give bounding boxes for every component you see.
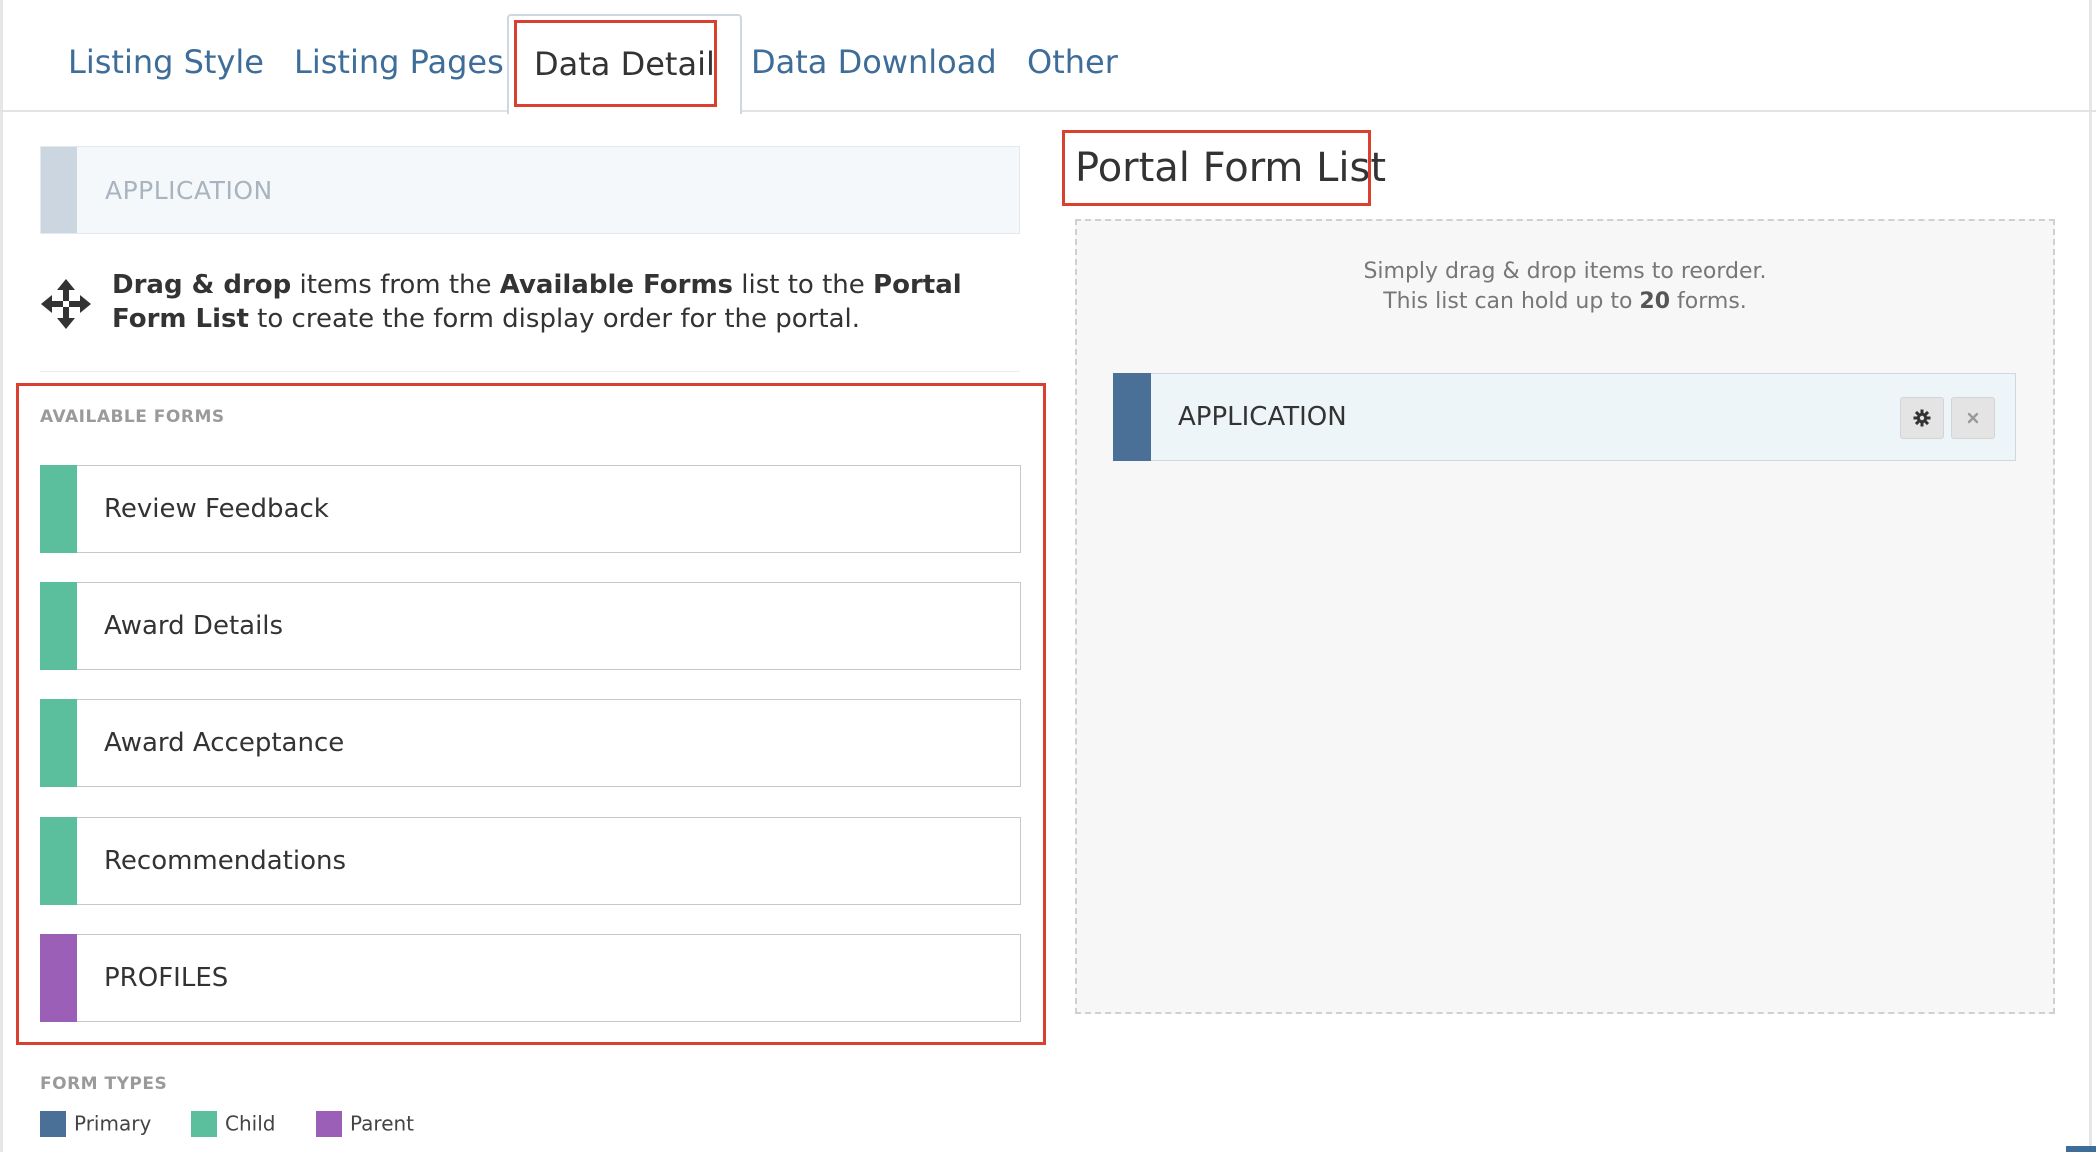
tab-other[interactable]: Other	[1027, 14, 1118, 110]
tab-data-detail[interactable]: Data Detail	[507, 14, 742, 114]
selected-form-label: APPLICATION	[105, 176, 273, 205]
drag-instructions-text: Drag & drop items from the Available For…	[112, 270, 962, 334]
portal-form-item[interactable]: APPLICATION	[1113, 373, 2016, 461]
divider	[40, 371, 1020, 372]
gear-icon	[1913, 409, 1931, 427]
drag-instructions: Drag & drop items from the Available For…	[40, 268, 1020, 338]
form-item-label: PROFILES	[104, 963, 229, 993]
legend-child: Child	[191, 1110, 275, 1138]
tab-listing-pages[interactable]: Listing Pages	[294, 14, 504, 110]
corner-accent	[2066, 1146, 2096, 1152]
child-color-bar	[40, 582, 77, 670]
available-form-item[interactable]: PROFILES	[40, 934, 1021, 1022]
close-icon	[1967, 412, 1979, 424]
primary-swatch	[40, 1110, 66, 1137]
form-item-label: Review Feedback	[104, 494, 329, 524]
available-form-item[interactable]: Review Feedback	[40, 465, 1021, 553]
available-form-item[interactable]: Award Acceptance	[40, 699, 1021, 787]
child-swatch	[191, 1110, 217, 1137]
parent-swatch	[316, 1110, 342, 1137]
tab-data-download[interactable]: Data Download	[751, 14, 997, 110]
primary-color-bar	[1113, 373, 1151, 461]
child-color-bar	[40, 465, 77, 553]
legend-primary: Primary	[40, 1110, 151, 1138]
form-item-label: Award Details	[104, 611, 284, 641]
dropzone-hint: Simply drag & drop items to reorder. Thi…	[1363, 259, 1767, 314]
tab-bar: Listing Style Listing Pages Data Detail …	[0, 0, 2096, 114]
form-item-label: Award Acceptance	[104, 728, 345, 758]
settings-button[interactable]	[1900, 397, 1944, 439]
form-item-label: Recommendations	[104, 846, 347, 876]
form-color-bar	[41, 147, 77, 233]
tab-listing-style[interactable]: Listing Style	[68, 14, 264, 110]
portal-form-list-dropzone[interactable]: Simply drag & drop items to reorder. Thi…	[1075, 219, 2055, 1014]
parent-color-bar	[40, 934, 77, 1022]
available-form-item[interactable]: Recommendations	[40, 817, 1021, 905]
child-color-bar	[40, 817, 77, 905]
child-color-bar	[40, 699, 77, 787]
remove-button[interactable]	[1951, 397, 1995, 439]
legend-parent: Parent	[316, 1110, 414, 1138]
selected-form-header: APPLICATION	[40, 146, 1020, 234]
portal-form-item-label: APPLICATION	[1178, 402, 1347, 432]
available-form-item[interactable]: Award Details	[40, 582, 1021, 670]
move-arrows-icon	[41, 279, 91, 329]
available-forms-heading: AVAILABLE FORMS	[40, 407, 225, 427]
form-types-heading: FORM TYPES	[40, 1074, 168, 1094]
portal-form-list-title: Portal Form List	[1075, 145, 1387, 191]
